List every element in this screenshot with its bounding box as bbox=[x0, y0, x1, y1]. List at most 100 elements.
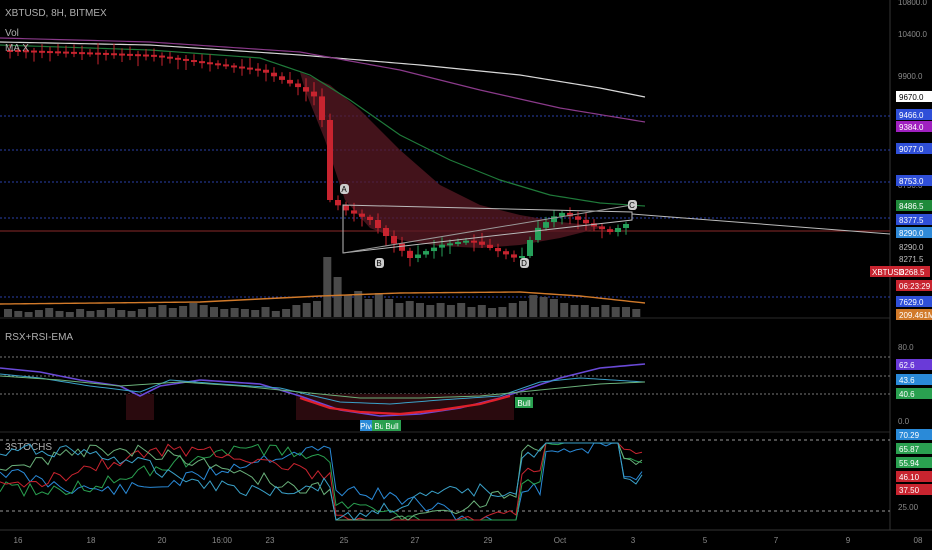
candle-body[interactable] bbox=[319, 96, 325, 120]
candle-body[interactable] bbox=[607, 229, 613, 232]
volume-bar bbox=[467, 307, 476, 317]
candle-body[interactable] bbox=[487, 244, 493, 248]
volume-bar bbox=[529, 295, 538, 317]
candle-body[interactable] bbox=[39, 50, 45, 53]
time-tick: 16:00 bbox=[212, 536, 233, 545]
candle-body[interactable] bbox=[575, 216, 581, 220]
candle-body[interactable] bbox=[263, 69, 269, 73]
candle-body[interactable] bbox=[455, 242, 461, 244]
candle-body[interactable] bbox=[255, 68, 261, 71]
candle-body[interactable] bbox=[71, 51, 77, 54]
candle-body[interactable] bbox=[175, 57, 181, 60]
price-tag-value: 209.461M bbox=[899, 311, 932, 320]
volume-bar bbox=[426, 305, 435, 317]
candle-body[interactable] bbox=[111, 53, 117, 56]
candle-body[interactable] bbox=[159, 55, 165, 58]
candle-body[interactable] bbox=[375, 220, 381, 228]
candle-body[interactable] bbox=[87, 52, 93, 55]
candle-body[interactable] bbox=[503, 251, 509, 255]
candle-body[interactable] bbox=[279, 76, 285, 80]
candle-body[interactable] bbox=[183, 58, 189, 61]
candle-body[interactable] bbox=[207, 62, 213, 65]
candle-body[interactable] bbox=[239, 66, 245, 69]
candle-body[interactable] bbox=[431, 247, 437, 252]
candle-body[interactable] bbox=[471, 240, 477, 243]
candle-body[interactable] bbox=[295, 83, 301, 88]
candle-body[interactable] bbox=[399, 243, 405, 251]
candle-body[interactable] bbox=[527, 240, 533, 256]
candle-body[interactable] bbox=[535, 227, 541, 240]
pattern-marker-label: B bbox=[376, 259, 381, 268]
candle-body[interactable] bbox=[583, 219, 589, 224]
candle-body[interactable] bbox=[415, 254, 421, 258]
candle-body[interactable] bbox=[79, 52, 85, 55]
candle-body[interactable] bbox=[495, 248, 501, 252]
candle-body[interactable] bbox=[423, 251, 429, 255]
candle-body[interactable] bbox=[199, 61, 205, 64]
volume-bar bbox=[127, 311, 136, 317]
volume-bar bbox=[148, 307, 157, 317]
volume-bar bbox=[364, 299, 373, 317]
time-tick: 7 bbox=[774, 536, 779, 545]
candle-body[interactable] bbox=[383, 228, 389, 236]
candle-body[interactable] bbox=[167, 56, 173, 59]
candle-body[interactable] bbox=[599, 226, 605, 230]
candle-body[interactable] bbox=[151, 54, 157, 57]
candle-body[interactable] bbox=[447, 243, 453, 246]
candle-body[interactable] bbox=[247, 67, 253, 70]
time-tick: 27 bbox=[411, 536, 420, 545]
candle-body[interactable] bbox=[303, 87, 309, 92]
price-tag-value: 46.10 bbox=[899, 473, 920, 482]
candle-body[interactable] bbox=[519, 256, 525, 258]
time-tick: 29 bbox=[484, 536, 493, 545]
trading-chart[interactable]: A B C D XBTUSD, 8H, BITMEX Vol MA X 10800.0 1040… bbox=[0, 0, 932, 550]
candle-body[interactable] bbox=[223, 64, 229, 67]
candle-body[interactable] bbox=[135, 54, 141, 57]
volume-bar bbox=[313, 301, 321, 317]
candle-body[interactable] bbox=[463, 240, 469, 243]
pattern-marker-label: A bbox=[341, 185, 347, 194]
price-tag-value: 8290.0 bbox=[899, 243, 924, 252]
candle-body[interactable] bbox=[359, 213, 365, 217]
candle-body[interactable] bbox=[215, 63, 221, 66]
volume-bar bbox=[560, 303, 569, 317]
candle-body[interactable] bbox=[511, 254, 517, 258]
candle-body[interactable] bbox=[479, 241, 485, 245]
candle-body[interactable] bbox=[95, 52, 101, 55]
volume-bar bbox=[395, 303, 404, 317]
stoch-tick: 25.00 bbox=[898, 503, 919, 512]
candle-body[interactable] bbox=[231, 65, 237, 68]
price-tag-value: 9077.0 bbox=[899, 145, 924, 154]
candle-body[interactable] bbox=[543, 222, 549, 228]
volume-bar bbox=[24, 312, 33, 317]
volume-bar bbox=[96, 310, 105, 317]
candle-body[interactable] bbox=[47, 51, 53, 54]
candle-body[interactable] bbox=[191, 60, 197, 63]
candle-body[interactable] bbox=[127, 53, 133, 56]
candle-body[interactable] bbox=[287, 79, 293, 84]
candle-body[interactable] bbox=[119, 53, 125, 56]
candle-body[interactable] bbox=[407, 250, 413, 258]
chart-svg[interactable]: A B C D XBTUSD, 8H, BITMEX Vol MA X 10800.0 1040… bbox=[0, 0, 932, 550]
candle-body[interactable] bbox=[271, 72, 277, 77]
candle-body[interactable] bbox=[143, 54, 149, 57]
candle-body[interactable] bbox=[623, 224, 629, 228]
candle-body[interactable] bbox=[615, 228, 621, 232]
candle-body[interactable] bbox=[311, 91, 317, 97]
volume-bar bbox=[591, 307, 600, 317]
candle-body[interactable] bbox=[335, 200, 341, 206]
candle-body[interactable] bbox=[63, 51, 69, 54]
candle-body[interactable] bbox=[103, 52, 109, 55]
candle-body[interactable] bbox=[439, 244, 445, 248]
candle-body[interactable] bbox=[327, 120, 333, 200]
candle-body[interactable] bbox=[55, 51, 61, 54]
candle-body[interactable] bbox=[31, 50, 37, 53]
volume-bar bbox=[436, 303, 445, 317]
candle-body[interactable] bbox=[351, 210, 357, 214]
candle-body[interactable] bbox=[391, 236, 397, 244]
volume-bar bbox=[405, 301, 414, 317]
signal-badge-label: Bull bbox=[385, 422, 399, 431]
candle-body[interactable] bbox=[343, 205, 349, 211]
price-tag-value: 8377.5 bbox=[899, 216, 924, 225]
candle-body[interactable] bbox=[367, 216, 373, 220]
